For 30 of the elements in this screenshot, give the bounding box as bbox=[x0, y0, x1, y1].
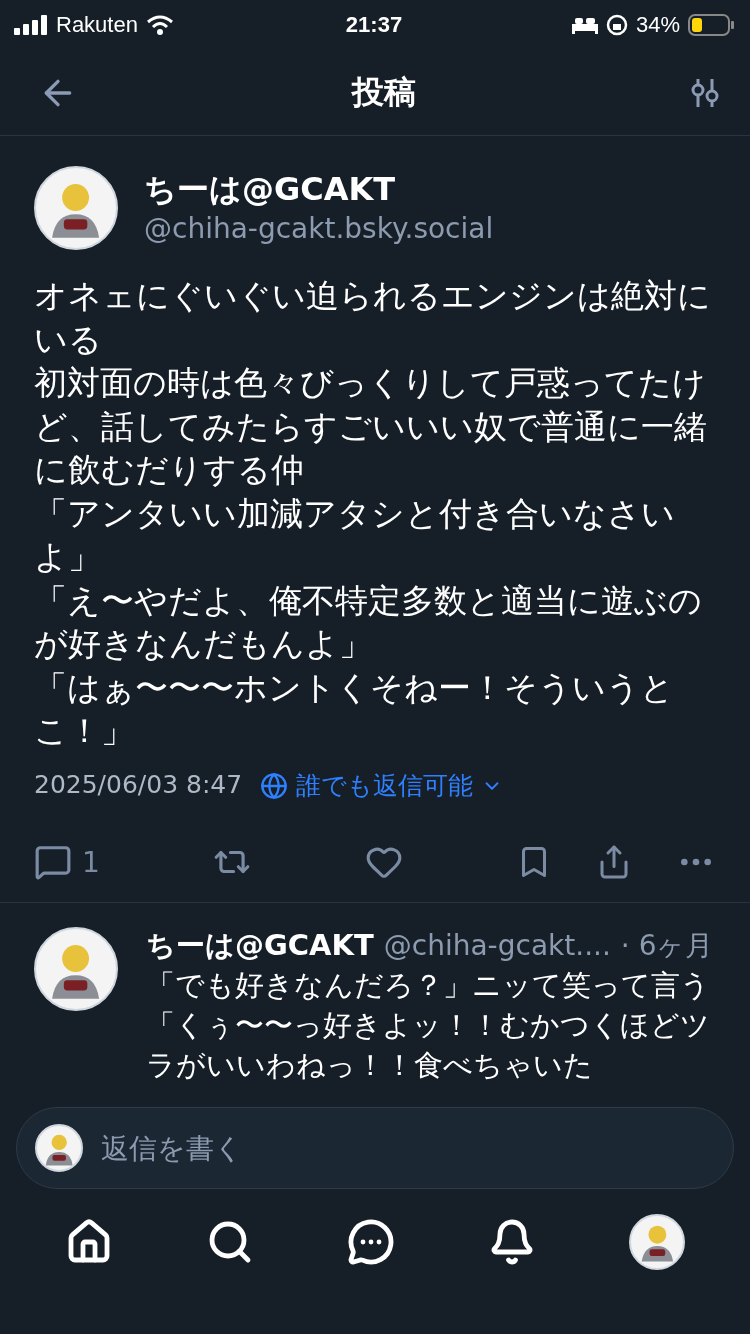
battery-percentage: 34% bbox=[635, 10, 680, 39]
post-paragraph: 「え〜やだよ、俺不特定多数と適当に遊ぶのが好きなんだもんよ」 bbox=[34, 579, 703, 666]
page-title: 投稿 bbox=[352, 71, 416, 113]
chat-tab[interactable] bbox=[346, 1217, 395, 1266]
reply-button[interactable]: 1 bbox=[34, 843, 100, 881]
wifi-icon bbox=[145, 15, 174, 35]
post-paragraph: 「はぁ〜〜〜ホントくそねー！そういうとこ！」 bbox=[34, 666, 675, 753]
reply-paragraph: 「くぅ〜〜っ好きよッ！！むかつくほどツラがいいわねっ！！食べちゃいた bbox=[146, 1006, 711, 1084]
reply-input[interactable]: 返信を書く bbox=[99, 1130, 715, 1166]
post-paragraph: オネェにぐいぐい迫られるエンジンは絶対にいる bbox=[34, 275, 712, 361]
post-date: 2025/06/03 8:47 bbox=[34, 769, 243, 802]
bed-icon bbox=[571, 16, 598, 34]
author-handle: @chiha-gcakt.bsky.social bbox=[144, 210, 494, 247]
post-paragraph: 「アンタいい加減アタシと付き合いなさいよ」 bbox=[34, 492, 676, 579]
author-handle: @chiha-gcakt.... bbox=[383, 927, 611, 964]
post-age: · 6ヶ月 bbox=[620, 927, 714, 964]
battery-icon bbox=[688, 14, 734, 36]
clock: 21:37 bbox=[345, 10, 403, 39]
globe-icon bbox=[260, 771, 289, 800]
post-paragraph: 初対面の時は色々びっくりして戸惑ってたけど、話してみたらすごいいい奴で普通に一緒に飲むだりする仲 bbox=[34, 362, 708, 492]
reply-setting-button[interactable]: 誰でも返信可能 bbox=[260, 769, 504, 802]
comment-icon bbox=[34, 843, 72, 881]
carrier-name: Rakuten bbox=[56, 10, 138, 39]
rotation-lock-icon bbox=[605, 14, 628, 36]
settings-icon[interactable] bbox=[690, 76, 720, 109]
reply-field[interactable]: 返信を書く bbox=[16, 1107, 734, 1189]
author-name: ちーは@GCAKT bbox=[144, 169, 397, 210]
author-name: ちーは@GCAKT bbox=[146, 927, 374, 964]
reply-paragraph: 「でも好きなんだろ？」ニッて笑って言う bbox=[146, 966, 711, 1004]
signal-icon bbox=[14, 15, 48, 35]
